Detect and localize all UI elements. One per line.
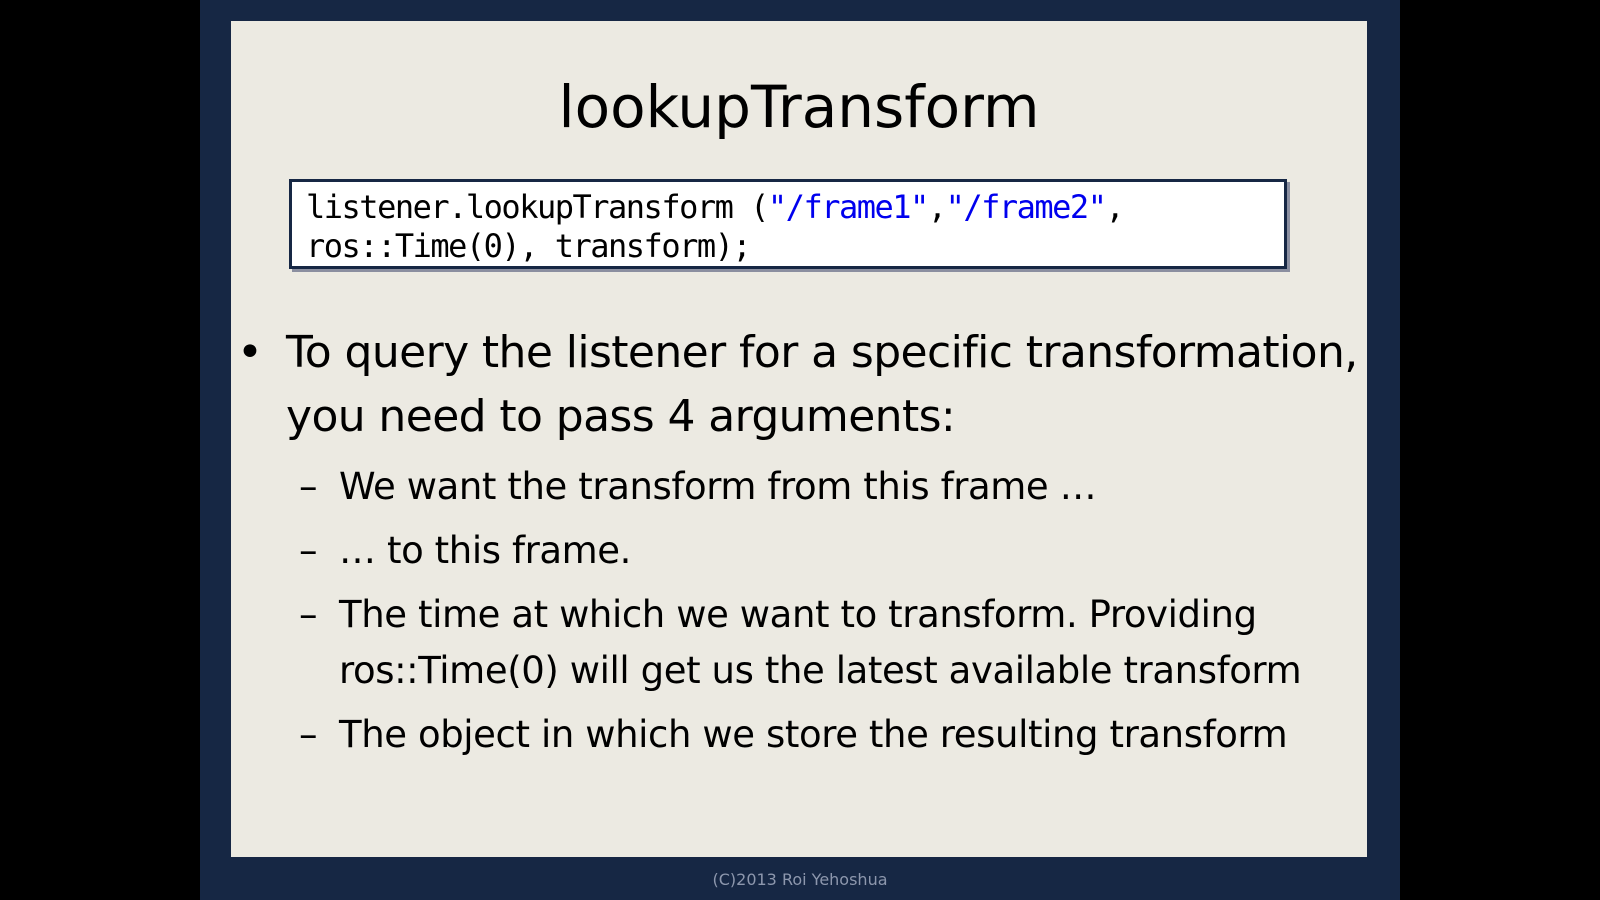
slide-title: lookupTransform xyxy=(558,73,1040,141)
sub-item-object: – The object in which we store the resul… xyxy=(231,707,1349,763)
sub-item-text: We want the transform from this frame … xyxy=(339,465,1097,508)
footer-copyright: (C)2013 Roi Yehoshua xyxy=(712,870,888,889)
sub-item-from-frame: – We want the transform from this frame … xyxy=(231,459,1349,515)
sub-item-text: The time at which we want to transform. … xyxy=(339,593,1302,692)
bullet-item: • To query the listener for a specific t… xyxy=(231,321,1367,449)
code-snippet: listener.lookupTransform ("/frame1","/fr… xyxy=(289,179,1287,269)
sub-item-time: – The time at which we want to transform… xyxy=(231,587,1349,699)
sub-item-text: The object in which we store the resulti… xyxy=(339,713,1288,756)
code-comma: , xyxy=(1105,188,1124,226)
code-text: listener.lookupTransform ( xyxy=(306,188,769,226)
dash-icon: – xyxy=(299,529,318,572)
bullet-icon: • xyxy=(237,327,263,378)
bullet-text: To query the listener for a specific tra… xyxy=(286,327,1358,442)
code-line-2: ros::Time(0), transform); xyxy=(306,227,752,265)
code-string-frame1: "/frame1" xyxy=(767,188,929,226)
dash-icon: – xyxy=(299,593,318,636)
code-separator: , xyxy=(927,188,947,226)
slide-content: • To query the listener for a specific t… xyxy=(231,321,1367,763)
sub-item-text: … to this frame. xyxy=(339,529,632,572)
dash-icon: – xyxy=(299,713,318,756)
dash-icon: – xyxy=(299,465,318,508)
code-string-frame2: "/frame2" xyxy=(945,188,1107,226)
sub-item-to-frame: – … to this frame. xyxy=(231,523,1349,579)
slide: lookupTransform listener.lookupTransform… xyxy=(231,21,1367,857)
